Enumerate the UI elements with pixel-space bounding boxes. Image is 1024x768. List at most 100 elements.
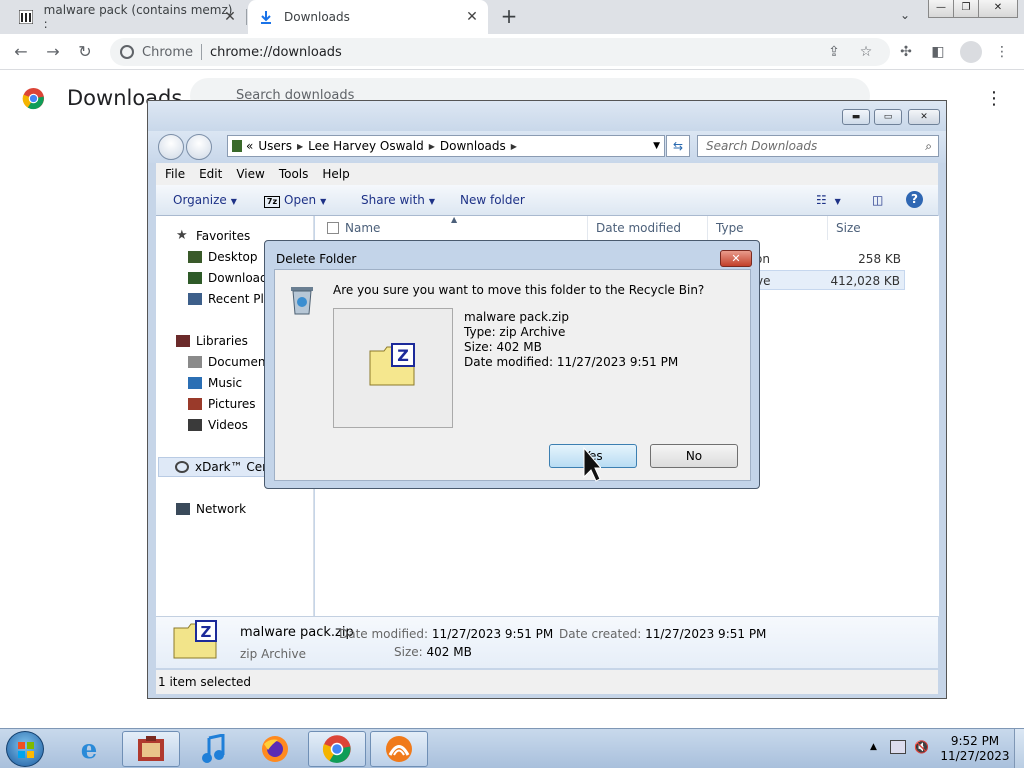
explorer-search-input[interactable]: Search Downloads ⌕ (697, 135, 939, 157)
bookmark-star-icon[interactable]: ☆ (856, 42, 876, 62)
share-icon[interactable]: ⇪ (824, 42, 844, 62)
file-preview: Z (333, 308, 453, 428)
volume-muted-icon[interactable]: 🔇 (914, 740, 929, 754)
music-icon (188, 377, 202, 389)
extensions-puzzle-icon[interactable]: ✣ (896, 42, 916, 62)
dialog-question: Are you sure you want to move this folde… (333, 283, 705, 297)
date-created-label: Date created: (559, 627, 642, 641)
chrome-menu-icon[interactable]: ⋮ (992, 42, 1012, 62)
date-created-value: 11/27/2023 9:51 PM (645, 627, 767, 641)
column-type[interactable]: Type (708, 216, 828, 240)
orange-app-icon[interactable] (370, 731, 428, 767)
organize-button[interactable]: Organize ▼ (173, 193, 237, 207)
close-button[interactable]: ✕ (978, 0, 1018, 18)
breadcrumb-downloads[interactable]: Downloads (440, 139, 506, 153)
omnibox-separator (201, 44, 202, 60)
file-explorer-taskbar-icon[interactable] (122, 731, 180, 767)
nav-libraries[interactable]: Libraries (176, 334, 248, 348)
restore-button[interactable]: ❐ (953, 0, 979, 18)
dropdown-arrow-icon: ▼ (428, 197, 436, 206)
taskbar-clock[interactable]: 9:52 PM 11/27/2023 (940, 734, 1010, 764)
nav-downloads[interactable]: Downloads (188, 271, 274, 285)
details-pane: Z malware pack.zip zip Archive Date modi… (156, 616, 938, 668)
share-with-button[interactable]: Share with ▼ (361, 193, 435, 207)
chevron-right-icon[interactable]: ▶ (511, 142, 517, 151)
nav-pictures[interactable]: Pictures (188, 397, 256, 411)
row-size: 258 KB (858, 252, 901, 266)
profile-avatar-icon[interactable] (960, 41, 982, 63)
refresh-icon[interactable]: ⇆ (666, 135, 690, 157)
show-desktop-button[interactable] (1014, 729, 1024, 768)
explorer-close-button[interactable]: ✕ (908, 109, 940, 125)
delete-folder-dialog: Delete Folder ✕ Are you sure you want to… (264, 240, 760, 489)
nav-music-label: Music (208, 376, 243, 390)
nav-videos[interactable]: Videos (188, 418, 248, 432)
change-view-icon[interactable]: ☷ ▼ (816, 193, 841, 207)
menu-tools[interactable]: Tools (279, 167, 309, 181)
nav-desktop[interactable]: Desktop (188, 250, 258, 264)
search-icon: ⌕ (925, 139, 932, 153)
no-button[interactable]: No (650, 444, 738, 468)
explorer-address-bar: « Users ▶ Lee Harvey Oswald ▶ Downloads … (148, 131, 946, 163)
size-value: 402 MB (426, 645, 472, 659)
breadcrumb[interactable]: « Users ▶ Lee Harvey Oswald ▶ Downloads … (227, 135, 665, 157)
menu-help[interactable]: Help (322, 167, 349, 181)
address-dropdown-icon[interactable]: ▼ (653, 141, 660, 151)
dialog-close-button[interactable]: ✕ (720, 250, 752, 267)
back-icon[interactable]: ← (10, 41, 32, 63)
folder-icon (232, 140, 242, 152)
tab-search-icon[interactable]: ⌄ (896, 8, 914, 26)
column-date-modified[interactable]: Date modified (588, 216, 708, 240)
select-all-checkbox[interactable] (327, 222, 339, 234)
share-with-label: Share with (361, 193, 425, 207)
side-panel-icon[interactable]: ◧ (928, 42, 948, 62)
preview-pane-icon[interactable]: ◫ (872, 193, 883, 207)
close-tab-icon[interactable]: ✕ (464, 9, 480, 25)
breadcrumb-users[interactable]: Users (258, 139, 292, 153)
new-folder-button[interactable]: New folder (460, 193, 525, 207)
nav-music[interactable]: Music (188, 376, 242, 390)
chevron-right-icon[interactable]: ▶ (297, 142, 303, 151)
menu-edit[interactable]: Edit (199, 167, 222, 181)
show-hidden-icons-icon[interactable]: ▲ (870, 742, 877, 752)
tab-downloads[interactable]: Downloads ✕ (248, 0, 488, 34)
crumb-overflow[interactable]: « (246, 139, 253, 153)
start-orb-icon[interactable] (6, 731, 44, 767)
explorer-back-button[interactable] (158, 134, 184, 160)
more-options-icon[interactable]: ⋮ (985, 88, 1003, 109)
close-tab-icon[interactable]: ✕ (222, 9, 238, 25)
music-note-icon[interactable] (184, 731, 242, 767)
explorer-maximize-button[interactable]: ▭ (874, 109, 902, 125)
chrome-site-icon (120, 45, 134, 59)
nav-favorites[interactable]: ★ Favorites (176, 229, 250, 243)
new-tab-button[interactable]: + (498, 6, 520, 28)
tab-malware-pack[interactable]: malware pack (contains memz) : ✕ (8, 0, 246, 34)
7zip-icon: 7z (264, 196, 280, 208)
omnibox[interactable]: Chrome chrome://downloads (110, 38, 890, 66)
help-icon[interactable]: ? (906, 191, 923, 208)
firefox-icon[interactable] (246, 731, 304, 767)
reload-icon[interactable]: ↻ (74, 41, 96, 63)
column-size[interactable]: Size (828, 216, 908, 240)
minimize-button[interactable]: — (928, 0, 954, 18)
chevron-right-icon[interactable]: ▶ (429, 142, 435, 151)
menu-file[interactable]: File (165, 167, 185, 181)
menu-view[interactable]: View (236, 167, 264, 181)
chrome-taskbar-icon[interactable] (308, 731, 366, 767)
forward-icon[interactable]: → (42, 41, 64, 63)
nav-network[interactable]: Network (176, 502, 246, 516)
breadcrumb-user[interactable]: Lee Harvey Oswald (308, 139, 424, 153)
internet-explorer-icon[interactable]: e (60, 731, 118, 767)
explorer-forward-button[interactable] (186, 134, 212, 160)
taskbar: e ▲ 🔇 9:52 PM 11/27/2023 (0, 728, 1024, 768)
column-type-label: Type (716, 221, 744, 235)
open-label: Open (284, 193, 317, 207)
open-button[interactable]: 7z Open ▼ (264, 193, 326, 208)
site-label: Chrome (142, 44, 193, 60)
network-status-icon[interactable] (890, 740, 906, 754)
column-name[interactable]: Name ▲ (315, 215, 588, 240)
desktop-icon (188, 251, 202, 263)
chrome-tab-bar: malware pack (contains memz) : ✕ Downloa… (0, 0, 1024, 34)
explorer-minimize-button[interactable]: ▬ (842, 109, 870, 125)
nav-network-label: Network (196, 502, 247, 516)
